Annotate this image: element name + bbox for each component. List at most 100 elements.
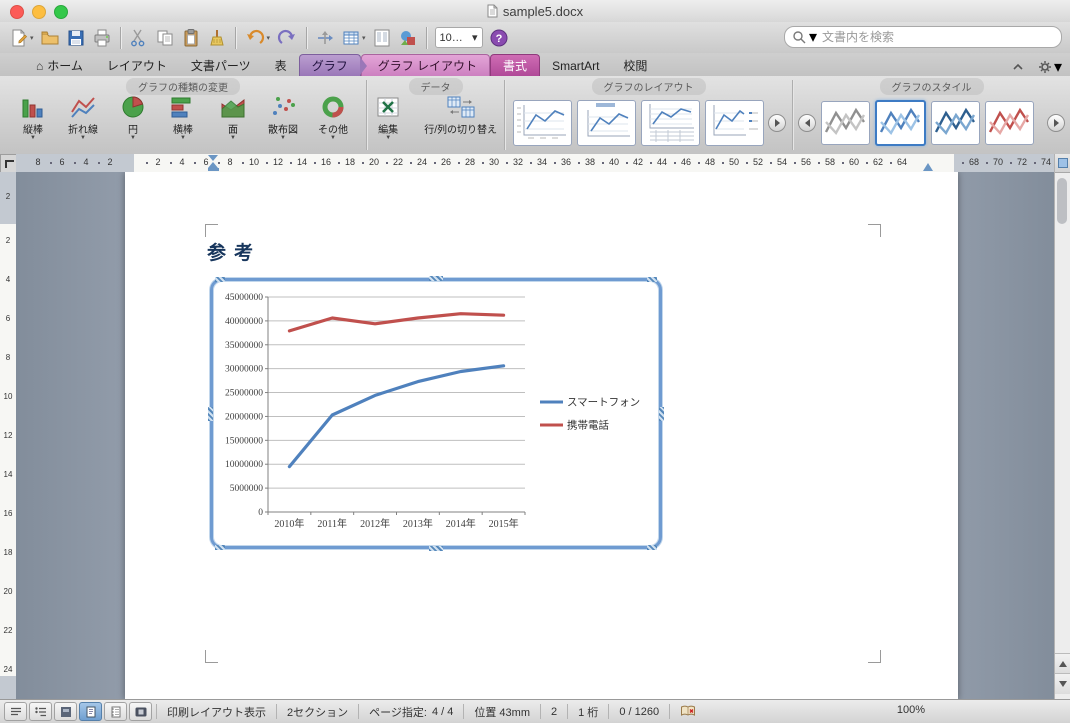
- chart-type-scatter-button[interactable]: 散布図 ▼: [258, 94, 308, 141]
- scroll-down-button[interactable]: [1055, 673, 1070, 694]
- embedded-chart-object[interactable]: 0 5000000 10000000 15000000 20000000 25000000…: [208, 276, 664, 551]
- svg-text:携帯電話: 携帯電話: [567, 419, 609, 432]
- chart-layout-thumb-1[interactable]: [513, 100, 572, 146]
- chart-handle-corner[interactable]: [647, 277, 657, 282]
- svg-text:?: ?: [495, 33, 502, 45]
- status-column: 1 桁: [567, 704, 608, 719]
- paste-button[interactable]: [178, 25, 204, 51]
- tab-chart-layout[interactable]: グラフ レイアウト: [360, 54, 491, 76]
- open-button[interactable]: [37, 25, 63, 51]
- cut-button[interactable]: [126, 25, 152, 51]
- print-button[interactable]: [89, 25, 115, 51]
- navigation-button[interactable]: [312, 25, 338, 51]
- view-focus-button[interactable]: [129, 702, 152, 721]
- vertical-ruler: 2 2 4 6 8 10 12 14 16 18 20 22 24: [0, 172, 16, 700]
- undo-button[interactable]: ▾: [241, 25, 274, 51]
- chart-handle-corner[interactable]: [215, 277, 225, 282]
- doughnut-chart-icon: [322, 96, 344, 118]
- copy-button[interactable]: [152, 25, 178, 51]
- svg-text:2013年: 2013年: [403, 517, 433, 530]
- chart-handle-right[interactable]: [659, 406, 664, 421]
- title-bar: sample5.docx: [0, 0, 1070, 23]
- pie-chart-icon: [122, 96, 144, 118]
- redo-button[interactable]: [273, 25, 301, 51]
- svg-text:40000000: 40000000: [225, 317, 263, 327]
- chart-style-thumb-4[interactable]: [985, 101, 1034, 145]
- chart-style-thumb-2-selected[interactable]: [875, 100, 926, 146]
- chart-layout-thumb-3[interactable]: [641, 100, 700, 146]
- chart-style-next-button[interactable]: [1047, 114, 1065, 132]
- insert-table-button[interactable]: ▾: [338, 25, 369, 51]
- tab-home[interactable]: ⌂ ホーム: [24, 55, 95, 76]
- view-print-layout-button[interactable]: [79, 702, 102, 721]
- ribbon-tab-bar: ⌂ ホーム レイアウト 文書パーツ 表 グラフ グラフ レイアウト 書式 Sma…: [0, 53, 1070, 77]
- horizontal-ruler: 8 6 4 2 2 4 6 8 10 12 14 16 18 20 22 24 26 28 30 32 34 36 38 40…: [16, 154, 1055, 173]
- collapse-ribbon-button[interactable]: [1012, 63, 1024, 71]
- scroll-up-button[interactable]: [1055, 653, 1070, 674]
- status-page[interactable]: ページ指定: 4 / 4: [358, 704, 463, 719]
- switch-row-column-icon: [447, 96, 475, 118]
- tab-layout[interactable]: レイアウト: [95, 55, 179, 76]
- tab-document-elements[interactable]: 文書パーツ: [179, 55, 263, 76]
- svg-text:2010年: 2010年: [274, 517, 304, 530]
- chart-style-prev-button[interactable]: [798, 114, 816, 132]
- chart-type-bar-button[interactable]: 横棒 ▼: [158, 94, 208, 141]
- chart-type-other-button[interactable]: その他 ▼: [308, 94, 358, 141]
- new-document-button[interactable]: ▾: [6, 25, 37, 51]
- tab-tables[interactable]: 表: [263, 55, 299, 76]
- document-heading[interactable]: 参考: [207, 238, 261, 265]
- tab-format[interactable]: 書式: [490, 54, 541, 76]
- group-chart-type: グラフの種類の変更 縦棒 ▼ 折れ線 ▼ 円 ▼ 横棒 ▼ 面 ▼ 散布図 ▼ …: [0, 76, 366, 154]
- chart-type-pie-button[interactable]: 円 ▼: [108, 94, 158, 141]
- chart-type-column-button[interactable]: 縦棒 ▼: [8, 94, 58, 141]
- media-browser-button[interactable]: [395, 25, 421, 51]
- switch-row-column-button[interactable]: 行/列の切り替え: [417, 94, 504, 136]
- search-input[interactable]: [820, 29, 1054, 45]
- scatter-chart-icon: [273, 97, 295, 115]
- chart-canvas: 0 5000000 10000000 15000000 20000000 25000000…: [213, 281, 659, 540]
- help-button[interactable]: ?: [486, 25, 512, 51]
- edit-data-button[interactable]: 編集 ▼: [367, 94, 409, 141]
- tab-smartart[interactable]: SmartArt: [540, 55, 611, 76]
- scrollbar-thumb[interactable]: [1057, 178, 1067, 224]
- chart-handle-bottom[interactable]: [429, 546, 443, 551]
- status-bar: 印刷レイアウト表示 2セクション ページ指定: 4 / 4 位置 43mm 2 …: [0, 699, 1070, 723]
- gear-menu-button[interactable]: ▾: [1038, 57, 1062, 77]
- search-field[interactable]: ▾: [784, 26, 1062, 48]
- chart-handle-corner[interactable]: [647, 545, 657, 550]
- bar-chart-icon: [171, 97, 191, 118]
- view-draft-button[interactable]: [4, 702, 27, 721]
- chart-handle-corner[interactable]: [215, 545, 225, 550]
- ruler-toggle-button[interactable]: [1055, 154, 1070, 173]
- chart-layout-thumb-2[interactable]: [577, 100, 636, 146]
- chart-handle-left[interactable]: [208, 406, 213, 421]
- indent-marker-right[interactable]: [923, 163, 933, 171]
- chart-type-area-button[interactable]: 面 ▼: [208, 94, 258, 141]
- view-outline-button[interactable]: [29, 702, 52, 721]
- status-position: 位置 43mm: [463, 704, 540, 719]
- chart-layout-next-button[interactable]: [768, 114, 786, 132]
- view-notebook-button[interactable]: [104, 702, 127, 721]
- chart-style-thumb-3[interactable]: [931, 101, 980, 145]
- tab-charts[interactable]: グラフ: [298, 54, 367, 76]
- spellcheck-status-icon[interactable]: [669, 704, 706, 719]
- columns-button[interactable]: [369, 25, 395, 51]
- save-button[interactable]: [63, 25, 89, 51]
- view-publishing-button[interactable]: [54, 702, 77, 721]
- group-data: データ 編集 ▼ 行/列の切り替え: [367, 76, 504, 154]
- chart-style-thumb-1[interactable]: [821, 101, 870, 145]
- word-window: sample5.docx ▾ ▾ ▾ 10… ▾ ? ▾ 文書内を検索 ⌂ ホー…: [0, 0, 1070, 723]
- chart-type-line-button[interactable]: 折れ線 ▼: [58, 94, 108, 141]
- chart-handle-top[interactable]: [429, 276, 443, 281]
- chart-layout-thumb-4[interactable]: [705, 100, 764, 146]
- line-chart-icon: [71, 97, 95, 118]
- home-icon: ⌂: [36, 58, 44, 73]
- search-scope-arrow[interactable]: ▾: [809, 27, 817, 47]
- zoom-select[interactable]: 10… ▾: [434, 27, 483, 48]
- tab-review[interactable]: 校閲: [611, 55, 659, 76]
- status-zoom[interactable]: 100%: [897, 704, 925, 716]
- status-line: 2: [540, 704, 567, 719]
- status-word-count[interactable]: 0 / 1260: [608, 704, 669, 719]
- format-painter-button[interactable]: [204, 25, 230, 51]
- document-page[interactable]: 参考 0 5000000 10000000 15000000 20000000 25000…: [125, 172, 958, 700]
